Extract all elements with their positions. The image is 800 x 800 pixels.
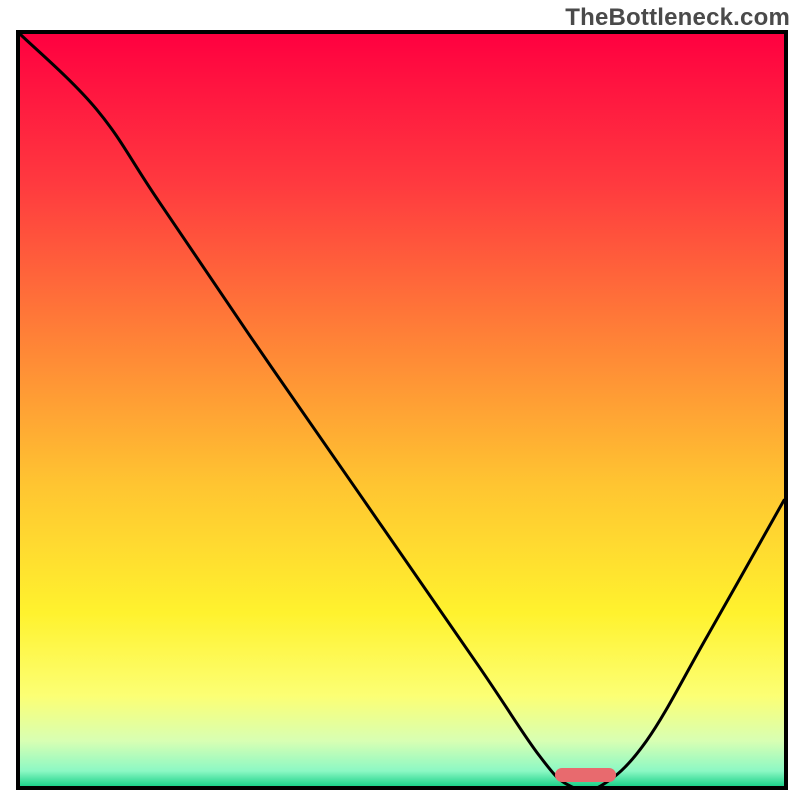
optimum-marker: [555, 768, 616, 782]
watermark-text: TheBottleneck.com: [565, 4, 790, 32]
plot-area: [16, 30, 788, 790]
chart-svg: [20, 34, 784, 786]
gradient-background: [20, 34, 784, 786]
plot-inner: [20, 34, 784, 786]
chart-frame: TheBottleneck.com: [0, 0, 800, 800]
